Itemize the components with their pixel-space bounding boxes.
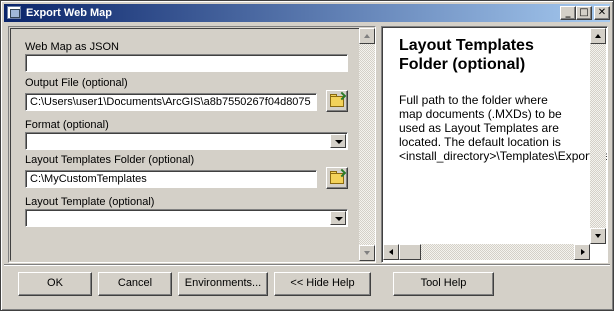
layout-template-label: Layout Template (optional) [25, 196, 155, 208]
help-line: Full path to the folder where [399, 93, 548, 107]
layout-templates-folder-input[interactable]: C:\MyCustomTemplates [25, 170, 317, 188]
layout-templates-folder-browse-button[interactable] [326, 167, 348, 189]
help-line: <install_directory>\Templates\ExportWebM… [399, 149, 608, 163]
output-file-value: C:\Users\user1\Documents\ArcGIS\a8b75502… [30, 96, 311, 108]
layout-template-dropdown-button[interactable] [330, 211, 346, 225]
help-horizontal-scrollbar[interactable] [383, 244, 590, 260]
ok-button[interactable]: OK [18, 272, 92, 296]
web-map-json-input[interactable] [25, 54, 348, 72]
layout-template-dropdown[interactable] [25, 209, 348, 227]
minimize-button[interactable]: _ [560, 6, 576, 20]
arrow-up-icon [364, 34, 370, 38]
format-dropdown-button[interactable] [330, 134, 346, 148]
format-dropdown[interactable] [25, 132, 348, 150]
window-title: Export Web Map [26, 7, 112, 19]
output-file-browse-button[interactable] [326, 90, 348, 112]
cancel-button[interactable]: Cancel [98, 272, 172, 296]
help-vertical-scrollbar[interactable] [590, 28, 606, 244]
output-file-label: Output File (optional) [25, 77, 128, 89]
arrow-down-icon [364, 251, 370, 255]
toolbox-icon [7, 6, 21, 19]
close-button[interactable]: ✕ [594, 6, 610, 20]
help-scroll-left-button[interactable] [383, 244, 399, 260]
parameters-panel: Web Map as JSON Output File (optional) C… [8, 26, 376, 263]
tool-help-button[interactable]: Tool Help [393, 272, 494, 296]
export-web-map-window: Export Web Map _ □ ✕ Web Map as JSON Out… [0, 0, 614, 311]
scroll-down-button[interactable] [359, 245, 375, 261]
button-row-separator [4, 264, 610, 266]
hide-help-button[interactable]: << Hide Help [274, 272, 371, 296]
help-line: used as Layout Templates are [399, 121, 559, 135]
scroll-up-button[interactable] [359, 28, 375, 44]
layout-templates-folder-label: Layout Templates Folder (optional) [25, 154, 195, 166]
web-map-json-label: Web Map as JSON [25, 41, 119, 53]
arrow-right-icon [581, 249, 585, 255]
parameters-scrollbar[interactable] [359, 28, 375, 261]
arrow-up-icon [595, 34, 601, 38]
help-body: Full path to the folder where map docume… [399, 93, 608, 163]
help-line: map documents (.MXDs) to be [399, 107, 562, 121]
environments-button[interactable]: Environments... [178, 272, 268, 296]
help-panel: Layout Templates Folder (optional) Full … [381, 26, 608, 263]
help-line: located. The default location is [399, 135, 561, 149]
layout-templates-folder-value: C:\MyCustomTemplates [30, 173, 147, 185]
output-file-input[interactable]: C:\Users\user1\Documents\ArcGIS\a8b75502… [25, 93, 317, 111]
chevron-down-icon [335, 140, 343, 144]
arrow-down-icon [595, 234, 601, 238]
help-scroll-thumb[interactable] [399, 244, 421, 260]
help-scroll-down-button[interactable] [590, 228, 606, 244]
help-scroll-up-button[interactable] [590, 28, 606, 44]
help-title: Layout Templates Folder (optional) [399, 37, 534, 73]
chevron-down-icon [335, 217, 343, 221]
format-label: Format (optional) [25, 119, 109, 131]
maximize-button[interactable]: □ [576, 6, 592, 20]
arrow-left-icon [389, 249, 393, 255]
title-bar[interactable]: Export Web Map _ □ ✕ [4, 4, 610, 22]
help-scroll-right-button[interactable] [574, 244, 590, 260]
